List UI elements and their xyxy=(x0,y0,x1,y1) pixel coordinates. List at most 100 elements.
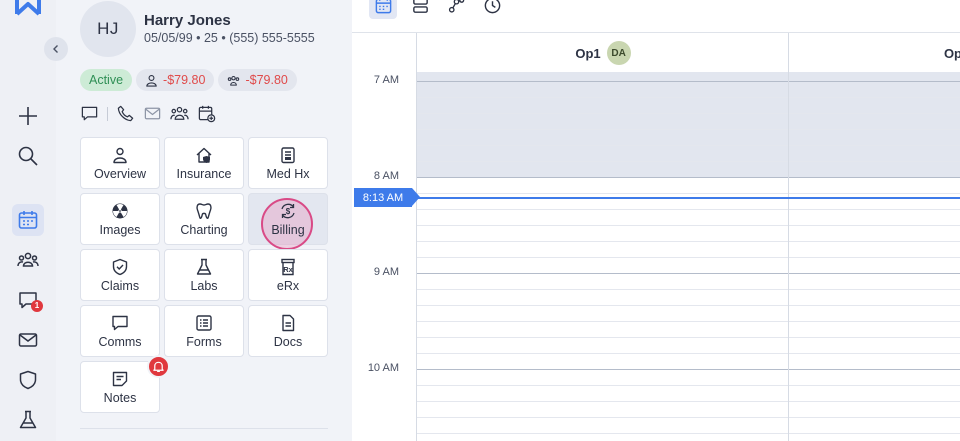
column-header-op2[interactable]: Op xyxy=(789,34,960,72)
notification-badge: 1 xyxy=(31,300,43,312)
time-label: 9 AM xyxy=(373,266,399,278)
slot-line xyxy=(416,401,960,402)
column-header-op1[interactable]: Op1 DA xyxy=(417,34,789,72)
tile-med-hx[interactable]: Med Hx xyxy=(248,137,328,189)
slot-line xyxy=(416,417,960,418)
time-label: 7 AM xyxy=(373,74,399,86)
list-view-button[interactable] xyxy=(406,0,434,19)
workflow-icon xyxy=(448,0,464,13)
tile-label: Billing xyxy=(271,222,305,237)
slot-line xyxy=(416,257,960,258)
hour-line xyxy=(416,177,960,178)
family-balance-chip[interactable]: -$79.80 xyxy=(218,69,297,91)
column-divider xyxy=(416,33,417,441)
time-label: 10 AM xyxy=(367,362,399,374)
hour-line xyxy=(416,81,960,82)
calendar-icon xyxy=(18,211,38,229)
slot-line xyxy=(416,129,960,130)
flow-view-button[interactable] xyxy=(442,0,470,19)
patient-balance-chip[interactable]: -$79.80 xyxy=(136,69,215,91)
patient-panel: HJ Harry Jones 05/05/99 • 25 • (555) 555… xyxy=(44,0,352,441)
tile-overview[interactable]: Overview xyxy=(80,137,160,189)
tooth-icon xyxy=(196,202,212,219)
current-time-indicator: 8:13 AM xyxy=(354,188,420,207)
notes-alert-badge[interactable] xyxy=(147,355,170,378)
mail-icon xyxy=(18,333,38,347)
family-icon[interactable] xyxy=(170,104,189,123)
tile-images[interactable]: Images xyxy=(80,193,160,245)
avatar[interactable]: HJ xyxy=(80,1,136,57)
column-title: Op xyxy=(943,45,960,61)
tile-erx[interactable]: Rx eRx xyxy=(248,249,328,301)
tile-notes[interactable]: Notes xyxy=(80,355,170,413)
patient-name[interactable]: Harry Jones xyxy=(144,12,231,29)
slot-line xyxy=(416,113,960,114)
tile-docs[interactable]: Docs xyxy=(248,305,328,357)
mail-icon[interactable] xyxy=(143,104,162,123)
app-logo-icon[interactable] xyxy=(14,0,42,18)
phone-icon[interactable] xyxy=(116,104,135,123)
chevron-left-icon xyxy=(53,45,58,53)
provider-avatar[interactable]: DA xyxy=(606,41,631,65)
people-icon xyxy=(17,252,39,267)
family-icon xyxy=(228,75,240,86)
column-title: Op1 xyxy=(575,45,601,61)
slot-line xyxy=(416,337,960,338)
patients-button[interactable] xyxy=(12,244,44,276)
labs-button[interactable] xyxy=(12,404,44,436)
tile-charting[interactable]: Charting xyxy=(164,193,244,245)
insurance-button[interactable] xyxy=(12,364,44,396)
note-icon xyxy=(112,371,128,386)
house-shield-icon xyxy=(196,147,212,163)
tile-comms[interactable]: Comms xyxy=(80,305,160,357)
tile-insurance[interactable]: Insurance xyxy=(164,137,244,189)
status-chips: Active -$79.80 -$79.80 xyxy=(80,69,297,91)
slot-line xyxy=(416,289,960,290)
divider xyxy=(107,106,108,121)
tile-label: Docs xyxy=(273,334,303,349)
chat-icon[interactable] xyxy=(80,104,99,123)
schedule-view: Op1 DA Op 7 AM 8 AM 9 AM 10 AM 8:13 AM xyxy=(352,0,960,441)
slot-line xyxy=(416,433,960,434)
tile-forms[interactable]: Forms xyxy=(164,305,244,357)
tile-label: Overview xyxy=(93,166,147,181)
document-icon xyxy=(282,314,295,331)
clipboard-icon xyxy=(281,146,295,163)
schedule-button[interactable] xyxy=(12,204,44,236)
slot-line xyxy=(416,209,960,210)
shield-check-icon xyxy=(112,258,128,275)
rx-icon: Rx xyxy=(281,258,295,275)
stack-icon xyxy=(412,0,428,13)
collapse-panel-button[interactable] xyxy=(44,37,68,61)
time-label: 8 AM xyxy=(373,170,399,182)
tile-labs[interactable]: Labs xyxy=(164,249,244,301)
flask-icon xyxy=(196,258,212,275)
shield-icon xyxy=(19,370,37,390)
add-button[interactable] xyxy=(12,100,44,132)
history-view-button[interactable] xyxy=(478,0,506,19)
clock-icon xyxy=(484,0,500,13)
messages-button[interactable]: 1 xyxy=(12,284,44,316)
divider xyxy=(80,428,328,429)
flask-icon xyxy=(19,410,37,429)
radiation-icon xyxy=(112,203,128,218)
person-icon xyxy=(113,147,127,163)
tile-label: Notes xyxy=(103,390,137,405)
contact-actions xyxy=(80,104,216,123)
calendar-view-button[interactable] xyxy=(369,0,397,19)
tile-billing[interactable]: $ Billing xyxy=(248,193,328,250)
tile-label: Claims xyxy=(100,278,140,293)
calendar-add-icon[interactable] xyxy=(197,104,216,123)
slot-line xyxy=(416,225,960,226)
tile-claims[interactable]: Claims xyxy=(80,249,160,301)
schedule-toolbar xyxy=(352,0,960,33)
tile-label: Forms xyxy=(186,334,222,349)
person-icon xyxy=(146,74,157,87)
app-rail: 1 xyxy=(0,0,56,441)
hour-line xyxy=(416,273,960,274)
search-button[interactable] xyxy=(12,140,44,172)
dollar-cycle-icon: $ xyxy=(281,203,295,218)
slot-line xyxy=(416,305,960,306)
slot-line xyxy=(416,353,960,354)
mail-button[interactable] xyxy=(12,324,44,356)
